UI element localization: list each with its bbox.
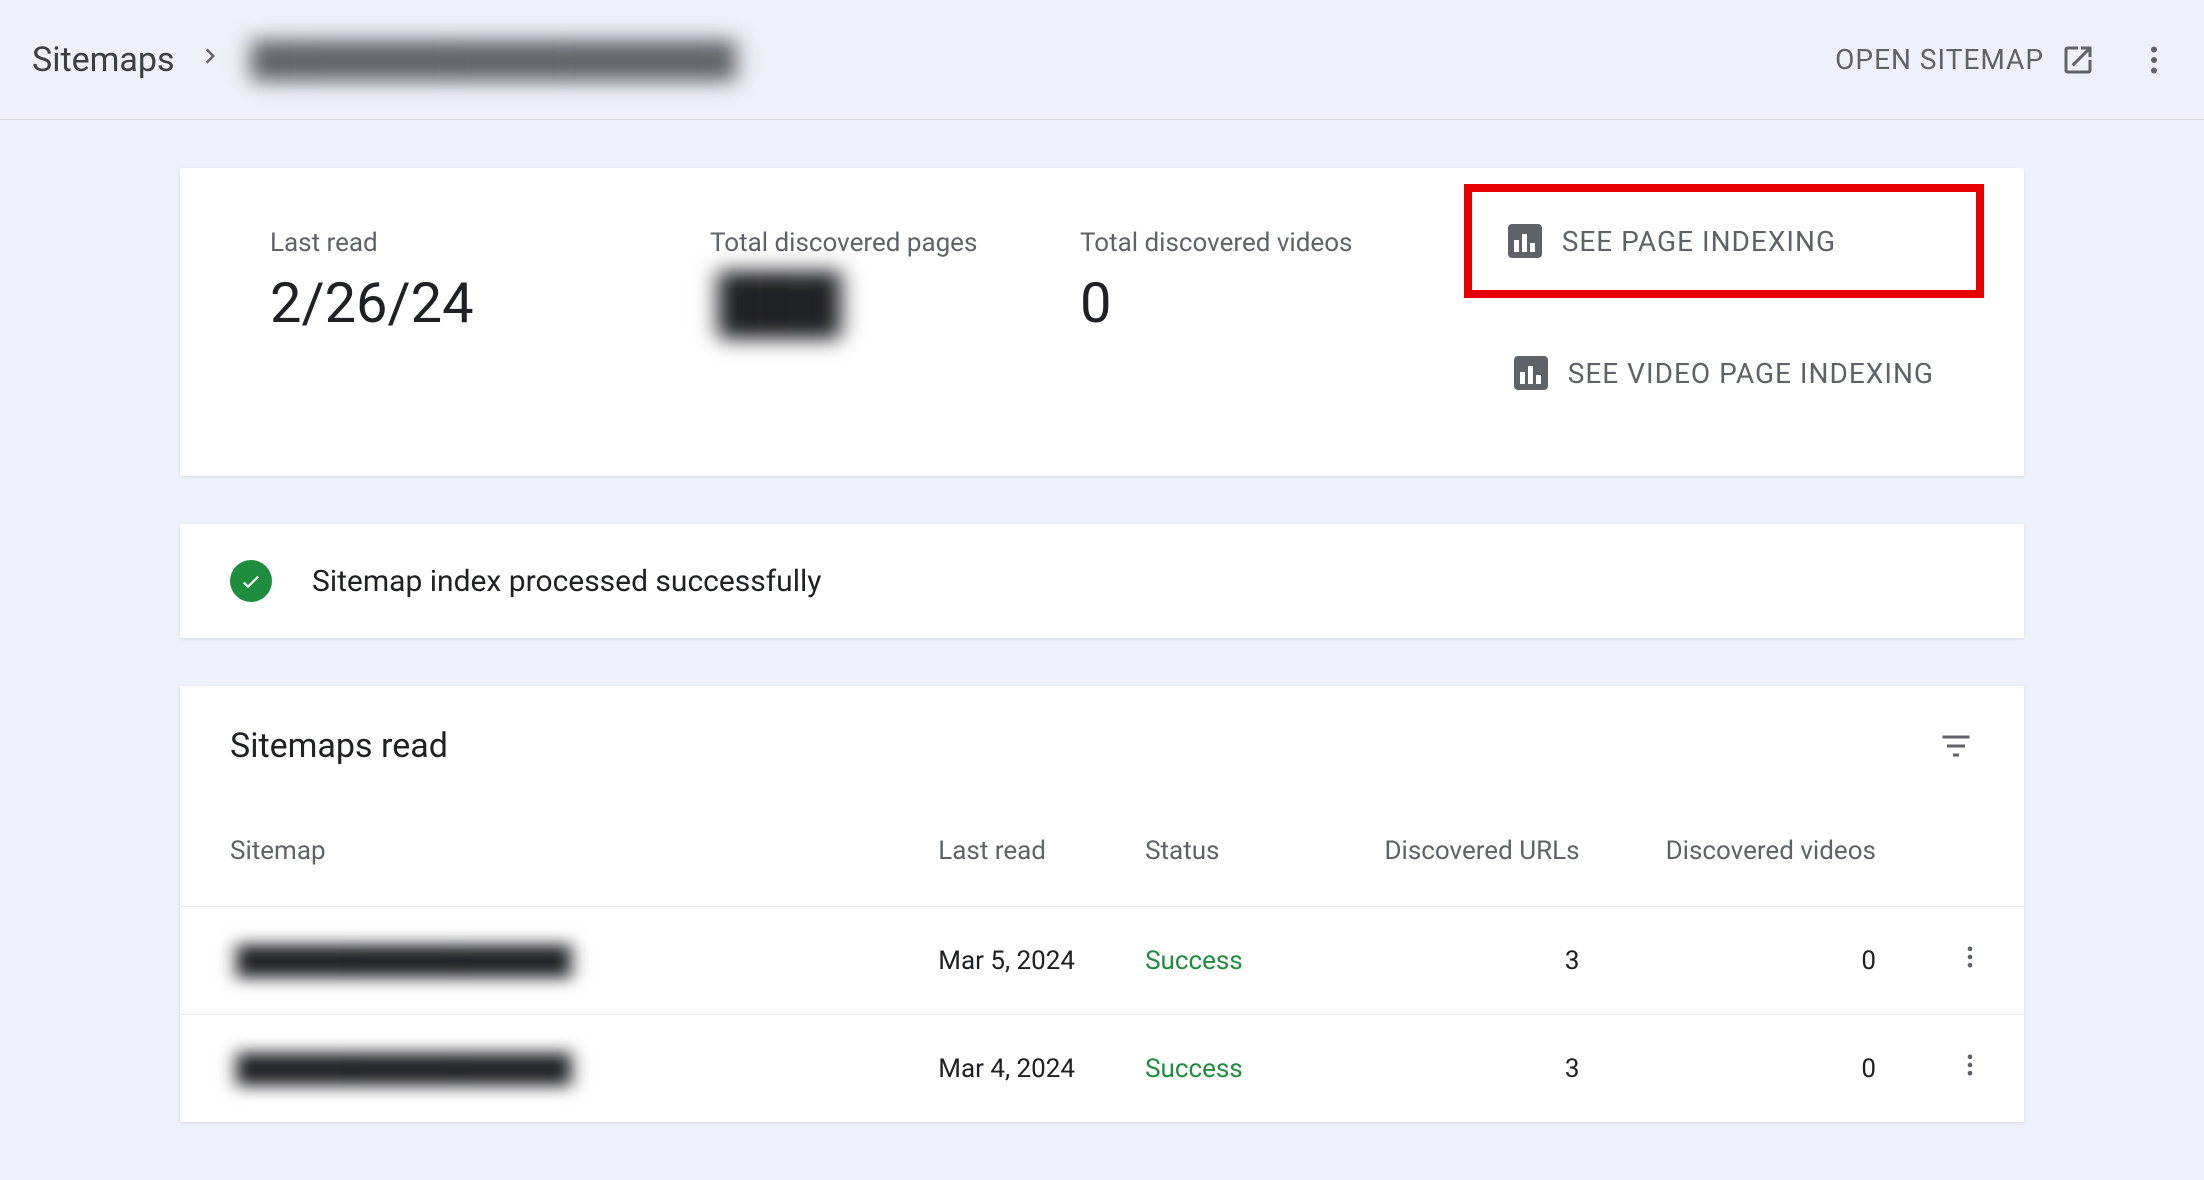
stat-value: ███ <box>710 270 849 336</box>
row-more-icon[interactable] <box>1956 1051 1984 1086</box>
stat-label: Last read <box>270 228 610 258</box>
bar-chart-icon <box>1514 356 1548 390</box>
sitemaps-table: Sitemap Last read Status Discovered URLs… <box>180 796 2024 1122</box>
cell-actions <box>1906 907 2024 1015</box>
row-more-icon[interactable] <box>1956 943 1984 978</box>
bar-chart-icon <box>1508 224 1542 258</box>
cell-urls: 3 <box>1313 1015 1609 1123</box>
check-circle-icon <box>230 560 272 602</box>
breadcrumb: Sitemaps ████████████████████ <box>32 40 1835 80</box>
page-header: Sitemaps ████████████████████ OPEN SITEM… <box>0 0 2204 120</box>
cell-videos: 0 <box>1610 907 1906 1015</box>
stat-label: Total discovered pages <box>710 228 980 258</box>
chevron-right-icon <box>195 41 225 79</box>
status-message: Sitemap index processed successfully <box>312 564 822 599</box>
open-sitemap-label: OPEN SITEMAP <box>1835 43 2044 76</box>
see-video-indexing-label: SEE VIDEO PAGE INDEXING <box>1568 357 1934 390</box>
cell-actions <box>1906 1015 2024 1123</box>
col-urls: Discovered URLs <box>1313 796 1609 907</box>
table-row[interactable]: ██████████████████ Mar 5, 2024 Success 3… <box>180 907 2024 1015</box>
status-card: Sitemap index processed successfully <box>180 524 2024 638</box>
stat-pages: Total discovered pages ███ <box>710 228 980 336</box>
table-row[interactable]: ██████████████████ Mar 4, 2024 Success 3… <box>180 1015 2024 1123</box>
cell-sitemap: ██████████████████ <box>180 1015 888 1123</box>
col-status: Status <box>1095 796 1313 907</box>
open-sitemap-button[interactable]: OPEN SITEMAP <box>1835 42 2096 78</box>
stat-value: 0 <box>1080 270 1414 336</box>
col-sitemap: Sitemap <box>180 796 888 907</box>
see-page-indexing-label: SEE PAGE INDEXING <box>1562 225 1836 258</box>
stat-videos: Total discovered videos 0 <box>1080 228 1414 336</box>
open-external-icon <box>2060 42 2096 78</box>
cell-sitemap: ██████████████████ <box>180 907 888 1015</box>
cell-last-read: Mar 5, 2024 <box>888 907 1095 1015</box>
more-options-icon[interactable] <box>2136 42 2172 78</box>
table-header: Sitemaps read <box>180 686 2024 796</box>
cell-urls: 3 <box>1313 907 1609 1015</box>
stat-last-read: Last read 2/26/24 <box>270 228 610 336</box>
header-actions: OPEN SITEMAP <box>1835 42 2172 78</box>
cell-status: Success <box>1095 1015 1313 1123</box>
see-page-indexing-button[interactable]: SEE PAGE INDEXING <box>1472 192 1976 290</box>
sitemaps-table-card: Sitemaps read Sitemap Last read Status D… <box>180 686 2024 1122</box>
indexing-buttons: SEE PAGE INDEXING SEE VIDEO PAGE INDEXIN… <box>1514 228 1934 396</box>
col-actions <box>1906 796 2024 907</box>
see-video-indexing-button[interactable]: SEE VIDEO PAGE INDEXING <box>1514 350 1934 396</box>
filter-icon[interactable] <box>1938 728 1974 764</box>
col-videos: Discovered videos <box>1610 796 1906 907</box>
breadcrumb-current: ████████████████████ <box>245 40 743 80</box>
stats-card: Last read 2/26/24 Total discovered pages… <box>180 168 2024 476</box>
cell-last-read: Mar 4, 2024 <box>888 1015 1095 1123</box>
col-last-read: Last read <box>888 796 1095 907</box>
content-area: Last read 2/26/24 Total discovered pages… <box>0 120 2204 1122</box>
stat-label: Total discovered videos <box>1080 228 1414 258</box>
stat-value: 2/26/24 <box>270 270 610 336</box>
table-title: Sitemaps read <box>230 726 1938 766</box>
breadcrumb-root[interactable]: Sitemaps <box>32 40 175 80</box>
cell-status: Success <box>1095 907 1313 1015</box>
cell-videos: 0 <box>1610 1015 1906 1123</box>
